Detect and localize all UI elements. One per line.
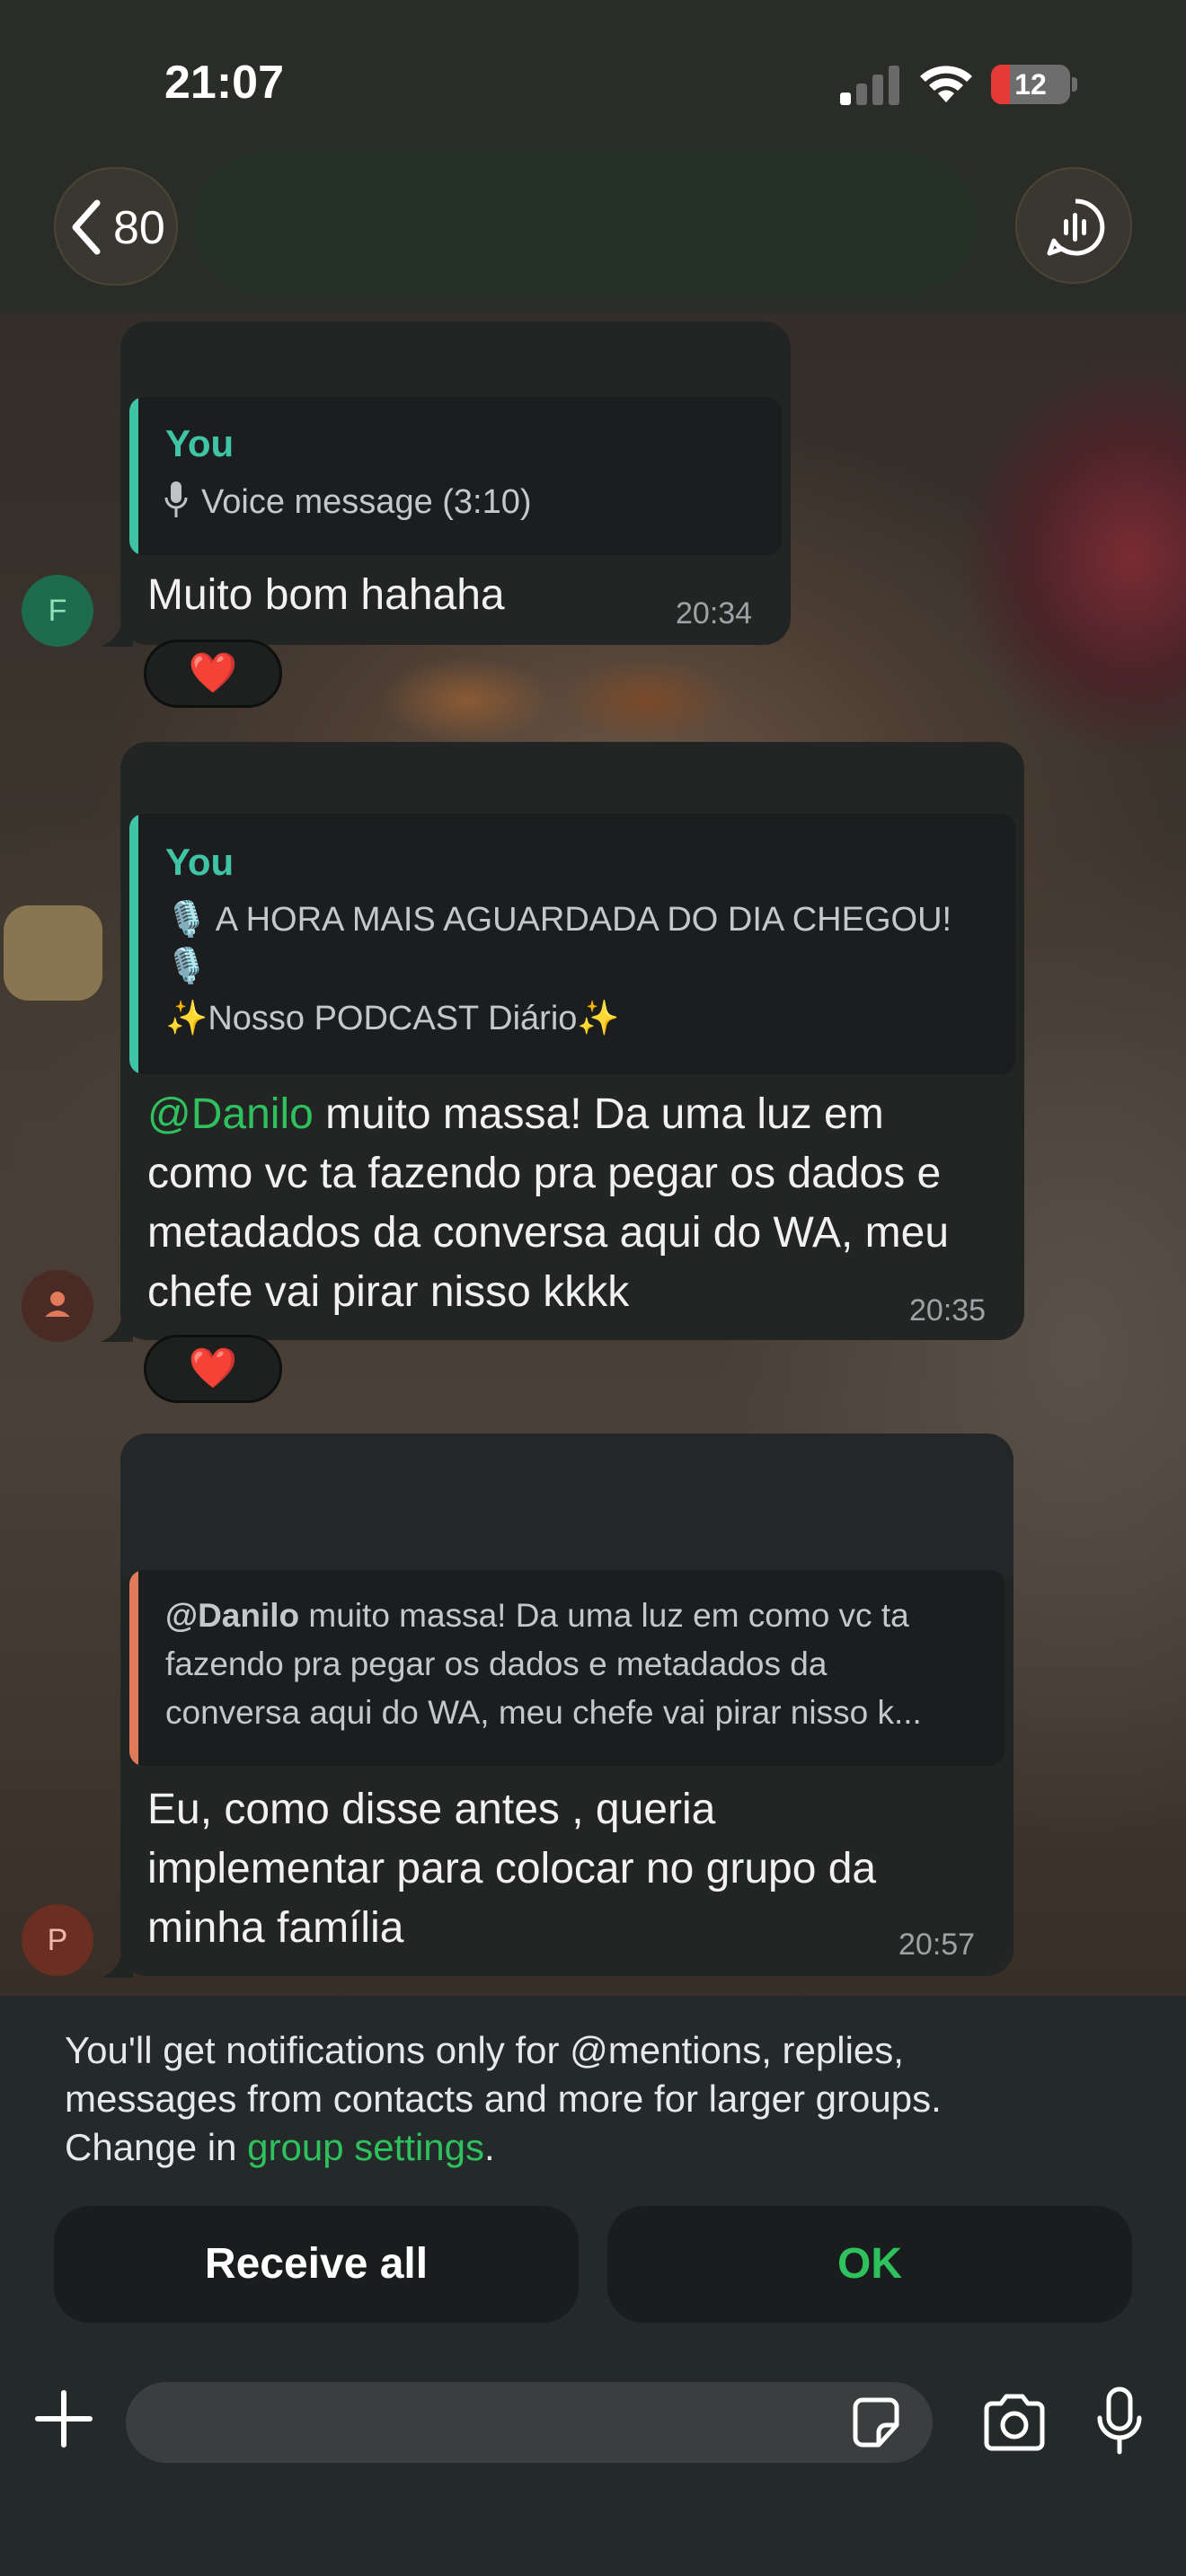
quoted-message[interactable]: You Voice message (3:10)	[129, 397, 782, 555]
quote-text-line: fazendo pra pegar os dados e metadados d…	[165, 1645, 828, 1682]
mention[interactable]: @Danilo	[147, 1090, 314, 1138]
message-text-line: metadados da conversa aqui do WA, meu	[147, 1209, 950, 1257]
microphone-icon	[164, 481, 188, 517]
message-text-line: @Danilo muito massa! Da uma luz em	[147, 1090, 884, 1138]
ok-button[interactable]: OK	[607, 2206, 1132, 2323]
message-text-line: implementar para colocar no grupo da	[147, 1845, 877, 1892]
status-time: 21:07	[164, 57, 284, 109]
message-time: 20:34	[676, 596, 753, 631]
bubble-tail	[101, 620, 133, 647]
wifi-icon	[920, 66, 972, 102]
notice-text: You'll get notifications only for @menti…	[65, 2029, 942, 2168]
avatar[interactable]	[22, 1270, 93, 1342]
message-text-line: como vc ta fazendo pra pegar os dados e	[147, 1150, 942, 1197]
quoted-message[interactable]: @Danilo muito massa! Da uma luz em como …	[129, 1570, 1005, 1766]
group-settings-link[interactable]: group settings	[247, 2126, 484, 2168]
quote-text: Voice message (3:10)	[201, 483, 532, 521]
voice-chat-icon	[1047, 198, 1105, 256]
quote-text-line: 🎙️ A HORA MAIS AGUARDADA DO DIA CHEGOU!	[165, 901, 952, 939]
avatar-placeholder[interactable]	[4, 905, 102, 1001]
receive-all-button[interactable]: Receive all	[54, 2206, 579, 2323]
quote-accent-bar	[129, 397, 138, 555]
bubble-tail	[101, 1951, 133, 1978]
quote-accent-bar	[129, 814, 138, 1074]
unread-count: 80	[113, 202, 165, 254]
reaction-badge[interactable]: ❤️	[144, 640, 282, 708]
battery-tip	[1072, 77, 1077, 92]
microphone-icon[interactable]	[1094, 2386, 1145, 2457]
quote-author: You	[165, 841, 235, 883]
quote-author: You	[165, 422, 235, 464]
message-time: 20:57	[898, 1928, 976, 1962]
message-text: Muito bom hahaha	[147, 571, 505, 619]
quote-text-line: @Danilo muito massa! Da uma luz em como …	[165, 1597, 909, 1634]
sticker-icon[interactable]	[848, 2395, 904, 2450]
battery-percentage: 12	[1014, 68, 1047, 101]
quote-accent-bar	[129, 1570, 138, 1766]
chevron-left-icon	[72, 199, 101, 255]
mention: @Danilo	[165, 1597, 300, 1634]
message-text-line: minha família	[147, 1904, 404, 1952]
quoted-message[interactable]: You 🎙️ A HORA MAIS AGUARDADA DO DIA CHEG…	[129, 814, 1015, 1074]
quote-text-line: ✨Nosso PODCAST Diário✨	[165, 1000, 620, 1037]
bubble-tail	[101, 1315, 133, 1342]
reaction-badge[interactable]: ❤️	[144, 1335, 282, 1403]
camera-icon[interactable]	[981, 2393, 1048, 2452]
avatar[interactable]: P	[22, 1904, 93, 1976]
avatar[interactable]: F	[22, 575, 93, 647]
chat-title-area[interactable]	[194, 153, 976, 295]
plus-icon[interactable]	[32, 2387, 95, 2450]
message-text-line: chefe vai pirar nisso kkkk	[147, 1268, 630, 1316]
person-icon	[45, 1292, 70, 1317]
cellular-signal-icon	[840, 66, 899, 105]
quote-text-line: 🎙️	[165, 948, 208, 985]
voice-chat-button[interactable]	[1015, 167, 1132, 284]
message-input[interactable]	[126, 2382, 933, 2463]
battery-indicator: 12	[991, 65, 1070, 104]
message-time: 20:35	[909, 1293, 987, 1328]
back-button[interactable]: 80	[54, 167, 178, 286]
quote-text-line: conversa aqui do WA, meu chefe vai pirar…	[165, 1694, 922, 1731]
bubble-header-area	[120, 1434, 1013, 1577]
message-text-line: Eu, como disse antes , queria	[147, 1786, 716, 1833]
